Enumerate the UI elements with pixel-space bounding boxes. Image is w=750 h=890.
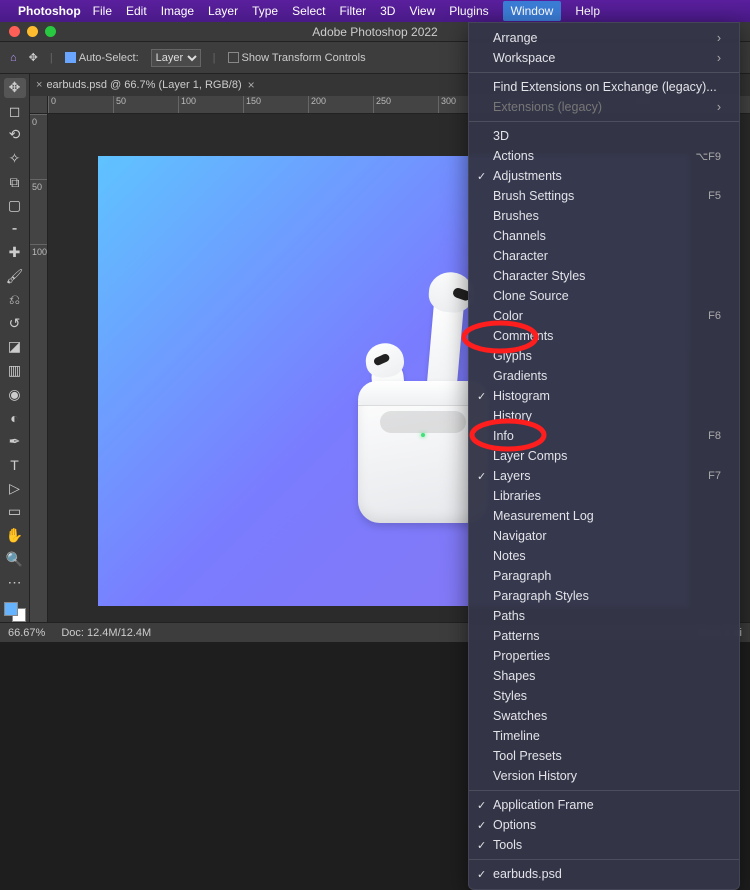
menu-item-paragraph[interactable]: Paragraph — [469, 566, 739, 586]
menu-item-brush-settings[interactable]: Brush SettingsF5 — [469, 186, 739, 206]
menu-item-navigator[interactable]: Navigator — [469, 526, 739, 546]
menu-item-paragraph-styles[interactable]: Paragraph Styles — [469, 586, 739, 606]
menu-item-find-extensions-on-exchange-legacy-[interactable]: Find Extensions on Exchange (legacy)... — [469, 77, 739, 97]
menu-item-extensions-legacy-: Extensions (legacy)› — [469, 97, 739, 117]
minimize-window-button[interactable] — [27, 26, 38, 37]
maximize-window-button[interactable] — [45, 26, 56, 37]
menu-select[interactable]: Select — [292, 4, 325, 18]
tool-eraser[interactable]: ◪ — [4, 337, 26, 357]
macos-menubar: Photoshop File Edit Image Layer Type Select Fi… — [0, 0, 750, 22]
tool-wand[interactable]: ✧ — [4, 149, 26, 169]
tab-dirty-indicator: × — [36, 79, 42, 91]
menu-plugins[interactable]: Plugins — [449, 4, 488, 18]
tool-stamp[interactable]: ⎌ — [4, 290, 26, 310]
menu-type[interactable]: Type — [252, 4, 278, 18]
auto-select-checkbox[interactable]: Auto-Select: — [65, 52, 139, 64]
menu-item-adjustments[interactable]: ✓Adjustments — [469, 166, 739, 186]
menu-item-measurement-log[interactable]: Measurement Log — [469, 506, 739, 526]
tool-edit-toolbar[interactable]: ⋯ — [4, 573, 26, 593]
menu-file[interactable]: File — [93, 4, 112, 18]
tab-close-icon[interactable]: × — [248, 78, 255, 92]
menu-item-character-styles[interactable]: Character Styles — [469, 266, 739, 286]
tool-gradient[interactable]: ▥ — [4, 361, 26, 381]
tool-path-sel[interactable]: ▷ — [4, 479, 26, 499]
move-tool-icon[interactable]: ✥ — [29, 51, 38, 64]
document-tab[interactable]: earbuds.psd @ 66.7% (Layer 1, RGB/8) — [46, 79, 241, 91]
tools-panel: ✥ ◻ ⟲ ✧ ⧉ ▢ ⁃ ✚ 🖌 ⎌ ↺ ◪ ▥ ◉ ◐ ✒ T ▷ ▭ ✋ 🔍 ⋯ — [0, 74, 30, 622]
menu-item-arrange[interactable]: Arrange› — [469, 28, 739, 48]
show-transform-checkbox[interactable]: Show Transform Controls — [228, 52, 366, 64]
menu-item-character[interactable]: Character — [469, 246, 739, 266]
menu-item-timeline[interactable]: Timeline — [469, 726, 739, 746]
traffic-lights — [9, 26, 56, 37]
menu-item-earbuds-psd[interactable]: ✓earbuds.psd — [469, 864, 739, 884]
tool-lasso[interactable]: ⟲ — [4, 125, 26, 145]
tool-brush[interactable]: 🖌 — [4, 267, 26, 287]
menu-item-version-history[interactable]: Version History — [469, 766, 739, 786]
menu-item-properties[interactable]: Properties — [469, 646, 739, 666]
menu-edit[interactable]: Edit — [126, 4, 147, 18]
menu-item-swatches[interactable]: Swatches — [469, 706, 739, 726]
menu-item-tools[interactable]: ✓Tools — [469, 835, 739, 855]
menu-3d[interactable]: 3D — [380, 4, 395, 18]
tool-zoom[interactable]: 🔍 — [4, 549, 26, 569]
menu-item-3d[interactable]: 3D — [469, 126, 739, 146]
ruler-vertical[interactable]: 050100 — [30, 114, 48, 622]
ruler-corner — [30, 96, 48, 114]
doc-info[interactable]: Doc: 12.4M/12.4M — [61, 627, 151, 639]
menu-item-paths[interactable]: Paths — [469, 606, 739, 626]
auto-select-dropdown[interactable]: Layer — [151, 49, 201, 67]
menu-item-options[interactable]: ✓Options — [469, 815, 739, 835]
menu-image[interactable]: Image — [161, 4, 194, 18]
close-window-button[interactable] — [9, 26, 20, 37]
tool-marquee[interactable]: ◻ — [4, 102, 26, 122]
menu-filter[interactable]: Filter — [339, 4, 366, 18]
menu-item-tool-presets[interactable]: Tool Presets — [469, 746, 739, 766]
tool-type[interactable]: T — [4, 455, 26, 475]
window-menu-dropdown: Arrange›Workspace› Find Extensions on Exc… — [468, 22, 740, 890]
tool-blur[interactable]: ◉ — [4, 384, 26, 404]
tool-pen[interactable]: ✒ — [4, 431, 26, 451]
tool-history-brush[interactable]: ↺ — [4, 314, 26, 334]
color-swatches[interactable] — [4, 602, 26, 622]
menu-item-channels[interactable]: Channels — [469, 226, 739, 246]
menu-layer[interactable]: Layer — [208, 4, 238, 18]
tool-heal[interactable]: ✚ — [4, 243, 26, 263]
menu-window[interactable]: Window — [503, 1, 562, 21]
menu-item-gradients[interactable]: Gradients — [469, 366, 739, 386]
menu-item-workspace[interactable]: Workspace› — [469, 48, 739, 68]
menu-item-patterns[interactable]: Patterns — [469, 626, 739, 646]
tool-move[interactable]: ✥ — [4, 78, 26, 98]
tool-dodge[interactable]: ◐ — [4, 408, 26, 428]
tool-shape[interactable]: ▭ — [4, 502, 26, 522]
menu-help[interactable]: Help — [575, 4, 600, 18]
menu-item-actions[interactable]: Actions⌥F9 — [469, 146, 739, 166]
highlight-circle-layers — [460, 320, 540, 354]
tool-eyedrop[interactable]: ⁃ — [4, 219, 26, 239]
menu-item-shapes[interactable]: Shapes — [469, 666, 739, 686]
home-icon[interactable]: ⌂ — [10, 52, 17, 64]
menu-item-notes[interactable]: Notes — [469, 546, 739, 566]
window-title: Adobe Photoshop 2022 — [312, 25, 437, 39]
menu-item-clone-source[interactable]: Clone Source — [469, 286, 739, 306]
menu-item-brushes[interactable]: Brushes — [469, 206, 739, 226]
highlight-circle-paths — [468, 418, 548, 452]
menu-item-layers[interactable]: ✓LayersF7 — [469, 466, 739, 486]
tool-frame[interactable]: ▢ — [4, 196, 26, 216]
zoom-level[interactable]: 66.67% — [8, 627, 45, 639]
tool-crop[interactable]: ⧉ — [4, 172, 26, 192]
menu-view[interactable]: View — [409, 4, 435, 18]
app-name[interactable]: Photoshop — [18, 4, 81, 18]
menu-item-libraries[interactable]: Libraries — [469, 486, 739, 506]
menu-item-application-frame[interactable]: ✓Application Frame — [469, 795, 739, 815]
menu-item-histogram[interactable]: ✓Histogram — [469, 386, 739, 406]
menu-item-styles[interactable]: Styles — [469, 686, 739, 706]
tool-hand[interactable]: ✋ — [4, 526, 26, 546]
